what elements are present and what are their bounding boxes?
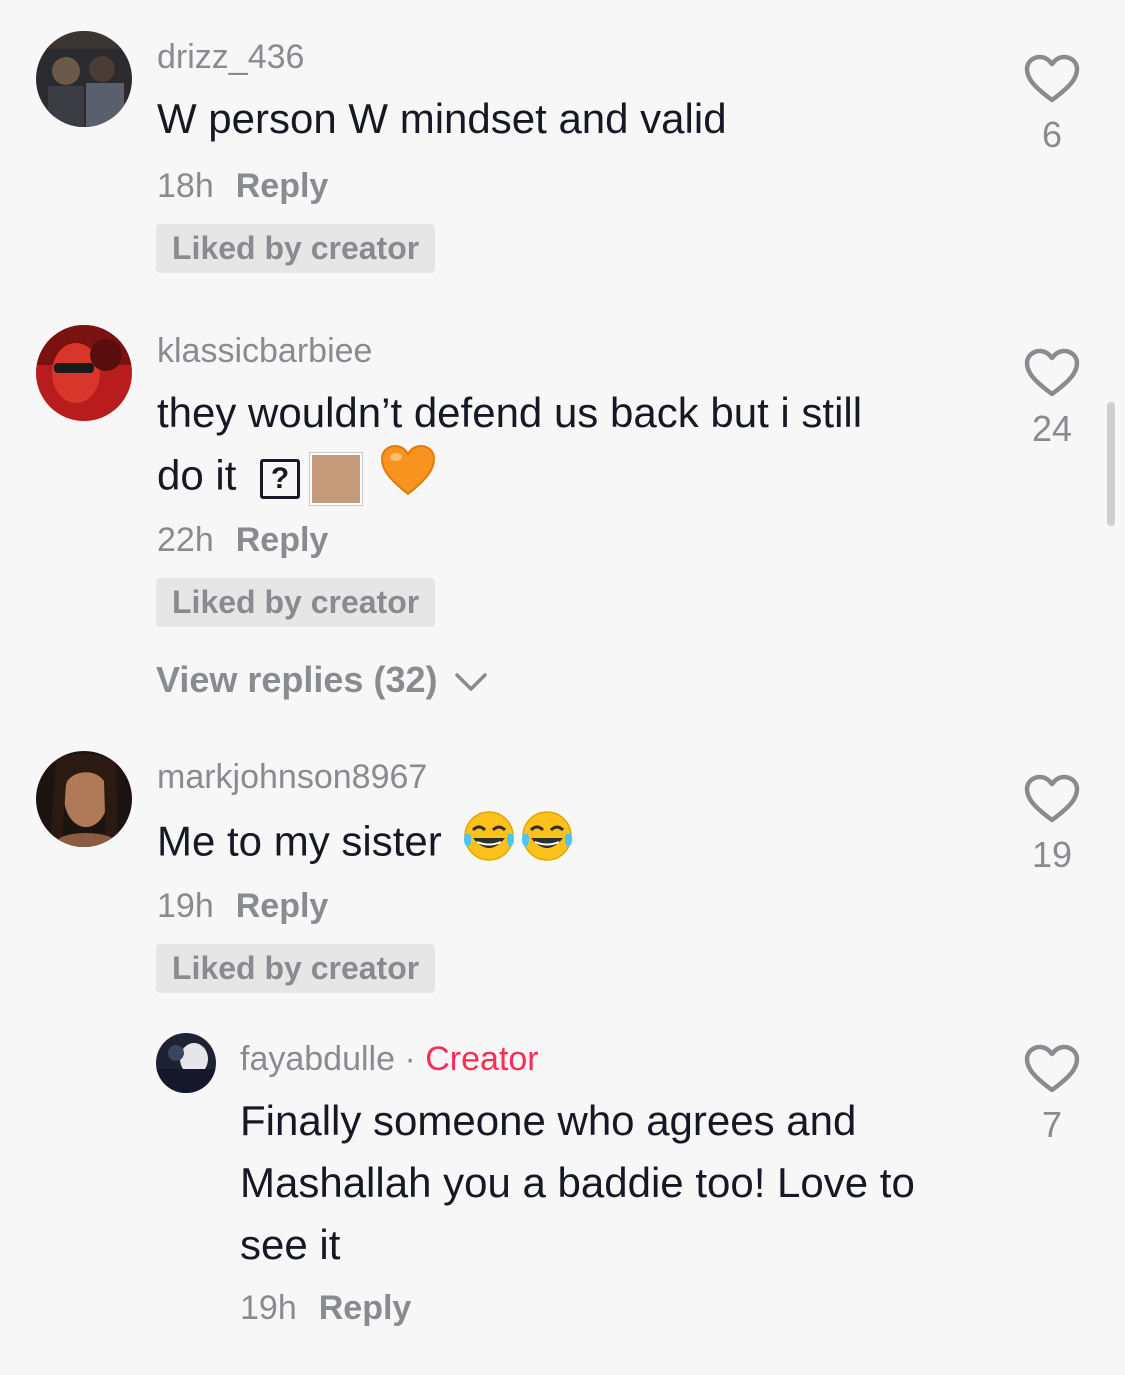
reply-button[interactable]: Reply (319, 1289, 412, 1327)
timestamp: 19h (157, 887, 214, 925)
like-button[interactable]: 19 (1007, 774, 1097, 876)
chevron-down-icon (454, 673, 487, 692)
heart-outline-icon (1024, 54, 1080, 103)
unknown-glyph-box: ? (260, 458, 301, 499)
like-count: 24 (1031, 408, 1073, 449)
separator: · (404, 1040, 416, 1078)
skin-tone-swatch (309, 451, 364, 506)
like-count: 7 (1041, 1104, 1063, 1145)
laughing-emoji (461, 810, 517, 879)
laughing-emoji (519, 810, 575, 879)
view-replies-label: View replies (32) (156, 659, 438, 700)
comment-text-line: see it (240, 1221, 341, 1268)
like-button[interactable]: 7 (1007, 1044, 1097, 1146)
like-button[interactable]: 6 (1007, 54, 1097, 156)
comment-text-line: Finally someone who agrees and (240, 1097, 857, 1144)
liked-by-creator-badge: Liked by creator (156, 578, 436, 627)
comment-text-fragment: Me to my sister (157, 817, 442, 865)
avatar[interactable] (36, 325, 132, 421)
username[interactable]: drizz_436 (157, 38, 304, 77)
orange-heart-emoji (380, 444, 436, 513)
like-count: 19 (1031, 834, 1073, 875)
reply-button[interactable]: Reply (236, 887, 329, 925)
comment-text-line: they wouldn’t defend us back but i still (157, 389, 863, 436)
username-line: fayabdulle · Creator (240, 1040, 539, 1079)
heart-outline-icon (1024, 1044, 1080, 1093)
timestamp: 19h (240, 1289, 297, 1327)
timestamp: 22h (157, 521, 214, 559)
liked-by-creator-badge: Liked by creator (156, 944, 436, 993)
username[interactable]: markjohnson8967 (157, 758, 427, 797)
avatar[interactable] (156, 1033, 216, 1093)
comment-meta: 19h Reply (157, 887, 328, 926)
comment-text-line: Mashallah you a baddie too! Love to (240, 1159, 915, 1206)
scrollbar[interactable] (1107, 402, 1115, 526)
comment-text: Finally someone who agrees and Mashallah… (240, 1090, 1000, 1276)
timestamp: 18h (157, 167, 214, 205)
comment-text: W person W mindset and valid (157, 95, 727, 142)
avatar[interactable] (36, 751, 132, 847)
reply-button[interactable]: Reply (236, 521, 329, 559)
like-count: 6 (1041, 114, 1063, 155)
comment-meta: 22h Reply (157, 521, 328, 560)
avatar[interactable] (36, 31, 132, 127)
like-button[interactable]: 24 (1007, 348, 1097, 450)
username[interactable]: klassicbarbiee (157, 332, 372, 371)
heart-outline-icon (1024, 774, 1080, 823)
liked-by-creator-badge: Liked by creator (156, 224, 436, 273)
comment-text-fragment: do it (157, 451, 237, 499)
comment-text: they wouldn’t defend us back but i still… (157, 382, 977, 513)
reply-button[interactable]: Reply (236, 167, 329, 205)
creator-label: Creator (425, 1040, 539, 1078)
heart-outline-icon (1024, 348, 1080, 397)
view-replies-button[interactable]: View replies (32) (156, 659, 488, 701)
comment-text: Me to my sister (157, 810, 575, 879)
comment-text-line: do it ? (157, 444, 977, 513)
comment-meta: 18h Reply (157, 167, 328, 206)
username[interactable]: fayabdulle (240, 1040, 395, 1078)
comment-meta: 19h Reply (240, 1289, 411, 1328)
